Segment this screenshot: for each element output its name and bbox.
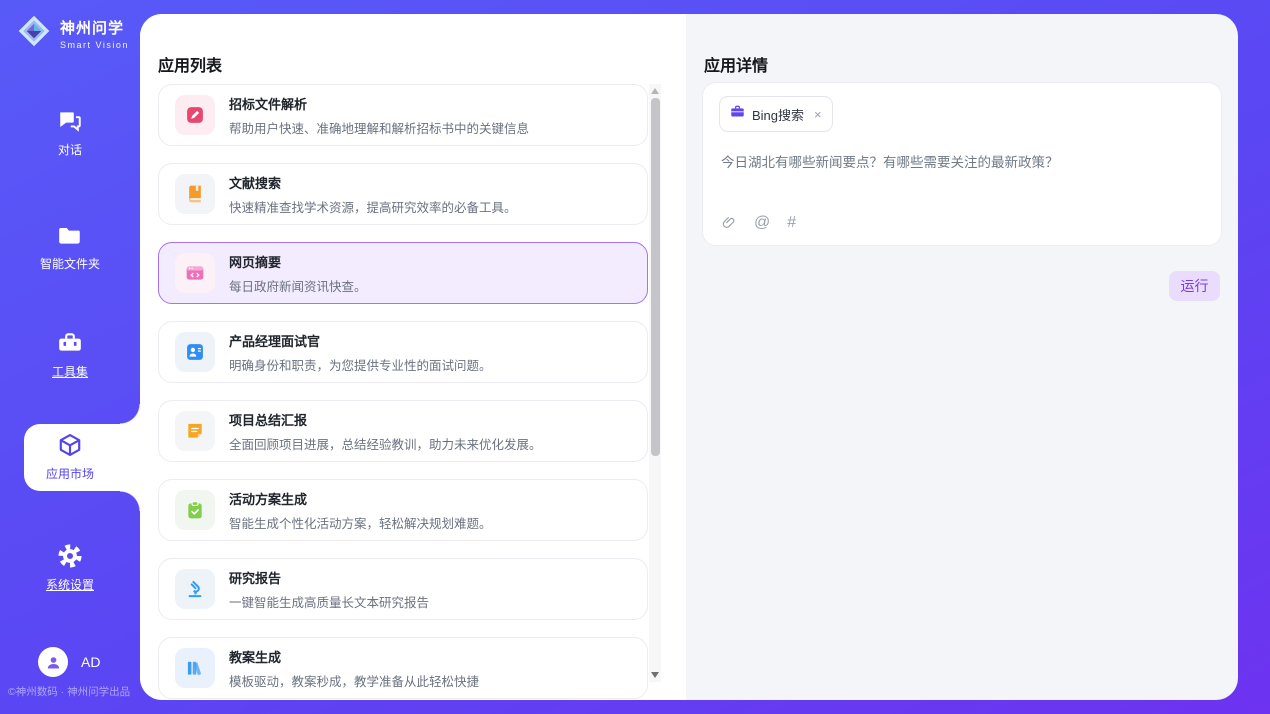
app-card-description: 一键智能生成高质量长文本研究报告 bbox=[229, 592, 429, 611]
app-card[interactable]: 项目总结汇报全面回顾项目进展，总结经验教训，助力未来优化发展。 bbox=[158, 400, 648, 462]
sidebar-item-label: 对话 bbox=[58, 141, 82, 158]
app-card[interactable]: 网页摘要每日政府新闻资讯快查。 bbox=[158, 242, 648, 304]
gear-icon bbox=[57, 543, 83, 569]
sidebar-item-label: 应用市场 bbox=[46, 465, 94, 482]
app-card-texts: 招标文件解析帮助用户快速、准确地理解和解析招标书中的关键信息 bbox=[229, 94, 529, 137]
tool-chip[interactable]: Bing搜索 × bbox=[719, 96, 833, 132]
app-card[interactable]: 教案生成模板驱动，教案秒成，教学准备从此轻松快捷 bbox=[158, 637, 648, 699]
scrollbar-thumb[interactable] bbox=[651, 98, 660, 456]
app-card-description: 快速精准查找学术资源，提高研究效率的必备工具。 bbox=[229, 197, 517, 216]
app-card-description: 明确身份和职责，为您提供专业性的面试问题。 bbox=[229, 355, 492, 374]
app-card-name: 招标文件解析 bbox=[229, 94, 529, 113]
sidebar-item-cube[interactable]: 应用市场 bbox=[0, 432, 140, 482]
sidebar-item-label: 系统设置 bbox=[46, 576, 94, 593]
app-detail-panel: 应用详情 Bing搜索 × 今日湖北有哪些新闻要点？有哪些需要关注的最新政策？ … bbox=[686, 14, 1238, 700]
brand-subtitle: Smart Vision bbox=[60, 40, 129, 50]
app-card-description: 帮助用户快速、准确地理解和解析招标书中的关键信息 bbox=[229, 118, 529, 137]
app-detail-title: 应用详情 bbox=[704, 52, 768, 76]
brand-logo: 神州问学 Smart Vision bbox=[16, 13, 129, 54]
edit-document-icon bbox=[175, 95, 215, 135]
prompt-card[interactable]: Bing搜索 × 今日湖北有哪些新闻要点？有哪些需要关注的最新政策？ @# bbox=[702, 82, 1222, 246]
app-card-texts: 项目总结汇报全面回顾项目进展，总结经验教训，助力未来优化发展。 bbox=[229, 410, 542, 453]
books-icon bbox=[175, 648, 215, 688]
mention-icon[interactable]: @ bbox=[754, 215, 770, 231]
app-card-texts: 活动方案生成智能生成个性化活动方案，轻松解决规划难题。 bbox=[229, 489, 492, 532]
toolbox-icon bbox=[57, 330, 83, 356]
app-card-name: 教案生成 bbox=[229, 647, 479, 666]
app-list-panel: 应用列表 招标文件解析帮助用户快速、准确地理解和解析招标书中的关键信息文献搜索快… bbox=[140, 14, 686, 700]
app-card-description: 智能生成个性化活动方案，轻松解决规划难题。 bbox=[229, 513, 492, 532]
interviewer-icon bbox=[175, 332, 215, 372]
hash-icon[interactable]: # bbox=[787, 215, 796, 231]
app-card[interactable]: 文献搜索快速精准查找学术资源，提高研究效率的必备工具。 bbox=[158, 163, 648, 225]
app-card[interactable]: 活动方案生成智能生成个性化活动方案，轻松解决规划难题。 bbox=[158, 479, 648, 541]
clipboard-check-icon bbox=[175, 490, 215, 530]
sidebar-item-gear[interactable]: 系统设置 bbox=[0, 543, 140, 593]
app-card-name: 活动方案生成 bbox=[229, 489, 492, 508]
app-card-texts: 产品经理面试官明确身份和职责，为您提供专业性的面试问题。 bbox=[229, 331, 492, 374]
app-card-description: 每日政府新闻资讯快查。 bbox=[229, 276, 367, 295]
app-card-name: 产品经理面试官 bbox=[229, 331, 492, 350]
app-card-description: 全面回顾项目进展，总结经验教训，助力未来优化发展。 bbox=[229, 434, 542, 453]
folder-icon bbox=[57, 222, 83, 248]
prompt-input[interactable]: 今日湖北有哪些新闻要点？有哪些需要关注的最新政策？ bbox=[721, 151, 1201, 171]
app-card-description: 模板驱动，教案秒成，教学准备从此轻松快捷 bbox=[229, 671, 479, 690]
content-area: 应用列表 招标文件解析帮助用户快速、准确地理解和解析招标书中的关键信息文献搜索快… bbox=[140, 14, 1238, 700]
scroll-down-arrow-icon[interactable] bbox=[651, 672, 659, 678]
sidebar-footer: ©神州数码 · 神州问学出品 bbox=[8, 684, 140, 699]
app-card-name: 文献搜索 bbox=[229, 173, 517, 192]
prompt-toolbar: @# bbox=[721, 215, 796, 231]
app-list-title: 应用列表 bbox=[158, 52, 222, 76]
sidebar-item-toolbox[interactable]: 工具集 bbox=[0, 330, 140, 380]
app-card-texts: 教案生成模板驱动，教案秒成，教学准备从此轻松快捷 bbox=[229, 647, 479, 690]
diamond-logo-icon bbox=[16, 13, 52, 54]
chat-icon bbox=[57, 108, 83, 134]
sidebar-item-label: 智能文件夹 bbox=[40, 255, 100, 272]
user-name: AD bbox=[81, 654, 100, 670]
app-card-list: 招标文件解析帮助用户快速、准确地理解和解析招标书中的关键信息文献搜索快速精准查找… bbox=[158, 84, 648, 700]
app-card-name: 项目总结汇报 bbox=[229, 410, 542, 429]
sidebar-item-chat[interactable]: 对话 bbox=[0, 108, 140, 158]
app-card[interactable]: 产品经理面试官明确身份和职责，为您提供专业性的面试问题。 bbox=[158, 321, 648, 383]
sidebar-item-label: 工具集 bbox=[52, 363, 88, 380]
sidebar-item-folder[interactable]: 智能文件夹 bbox=[0, 222, 140, 272]
brand-name: 神州问学 bbox=[60, 17, 129, 38]
scroll-up-arrow-icon[interactable] bbox=[651, 88, 659, 94]
user-row[interactable]: AD bbox=[38, 647, 100, 677]
app-window: { "brand": { "name": "神州问学", "subtitle":… bbox=[0, 0, 1270, 714]
research-icon bbox=[175, 569, 215, 609]
attachment-icon[interactable] bbox=[721, 215, 737, 231]
app-card-texts: 网页摘要每日政府新闻资讯快查。 bbox=[229, 252, 367, 295]
book-icon bbox=[175, 174, 215, 214]
app-card[interactable]: 招标文件解析帮助用户快速、准确地理解和解析招标书中的关键信息 bbox=[158, 84, 648, 146]
app-card-texts: 研究报告一键智能生成高质量长文本研究报告 bbox=[229, 568, 429, 611]
run-button[interactable]: 运行 bbox=[1169, 271, 1220, 301]
app-card-name: 网页摘要 bbox=[229, 252, 367, 271]
cube-icon bbox=[57, 432, 83, 458]
scrollbar[interactable] bbox=[649, 84, 661, 682]
browser-code-icon bbox=[175, 253, 215, 293]
close-icon[interactable]: × bbox=[814, 108, 822, 121]
briefcase-icon bbox=[730, 104, 745, 124]
tool-chip-label: Bing搜索 bbox=[752, 105, 804, 124]
app-card-name: 研究报告 bbox=[229, 568, 429, 587]
note-icon bbox=[175, 411, 215, 451]
app-card-texts: 文献搜索快速精准查找学术资源，提高研究效率的必备工具。 bbox=[229, 173, 517, 216]
app-card[interactable]: 研究报告一键智能生成高质量长文本研究报告 bbox=[158, 558, 648, 620]
avatar[interactable] bbox=[38, 647, 68, 677]
